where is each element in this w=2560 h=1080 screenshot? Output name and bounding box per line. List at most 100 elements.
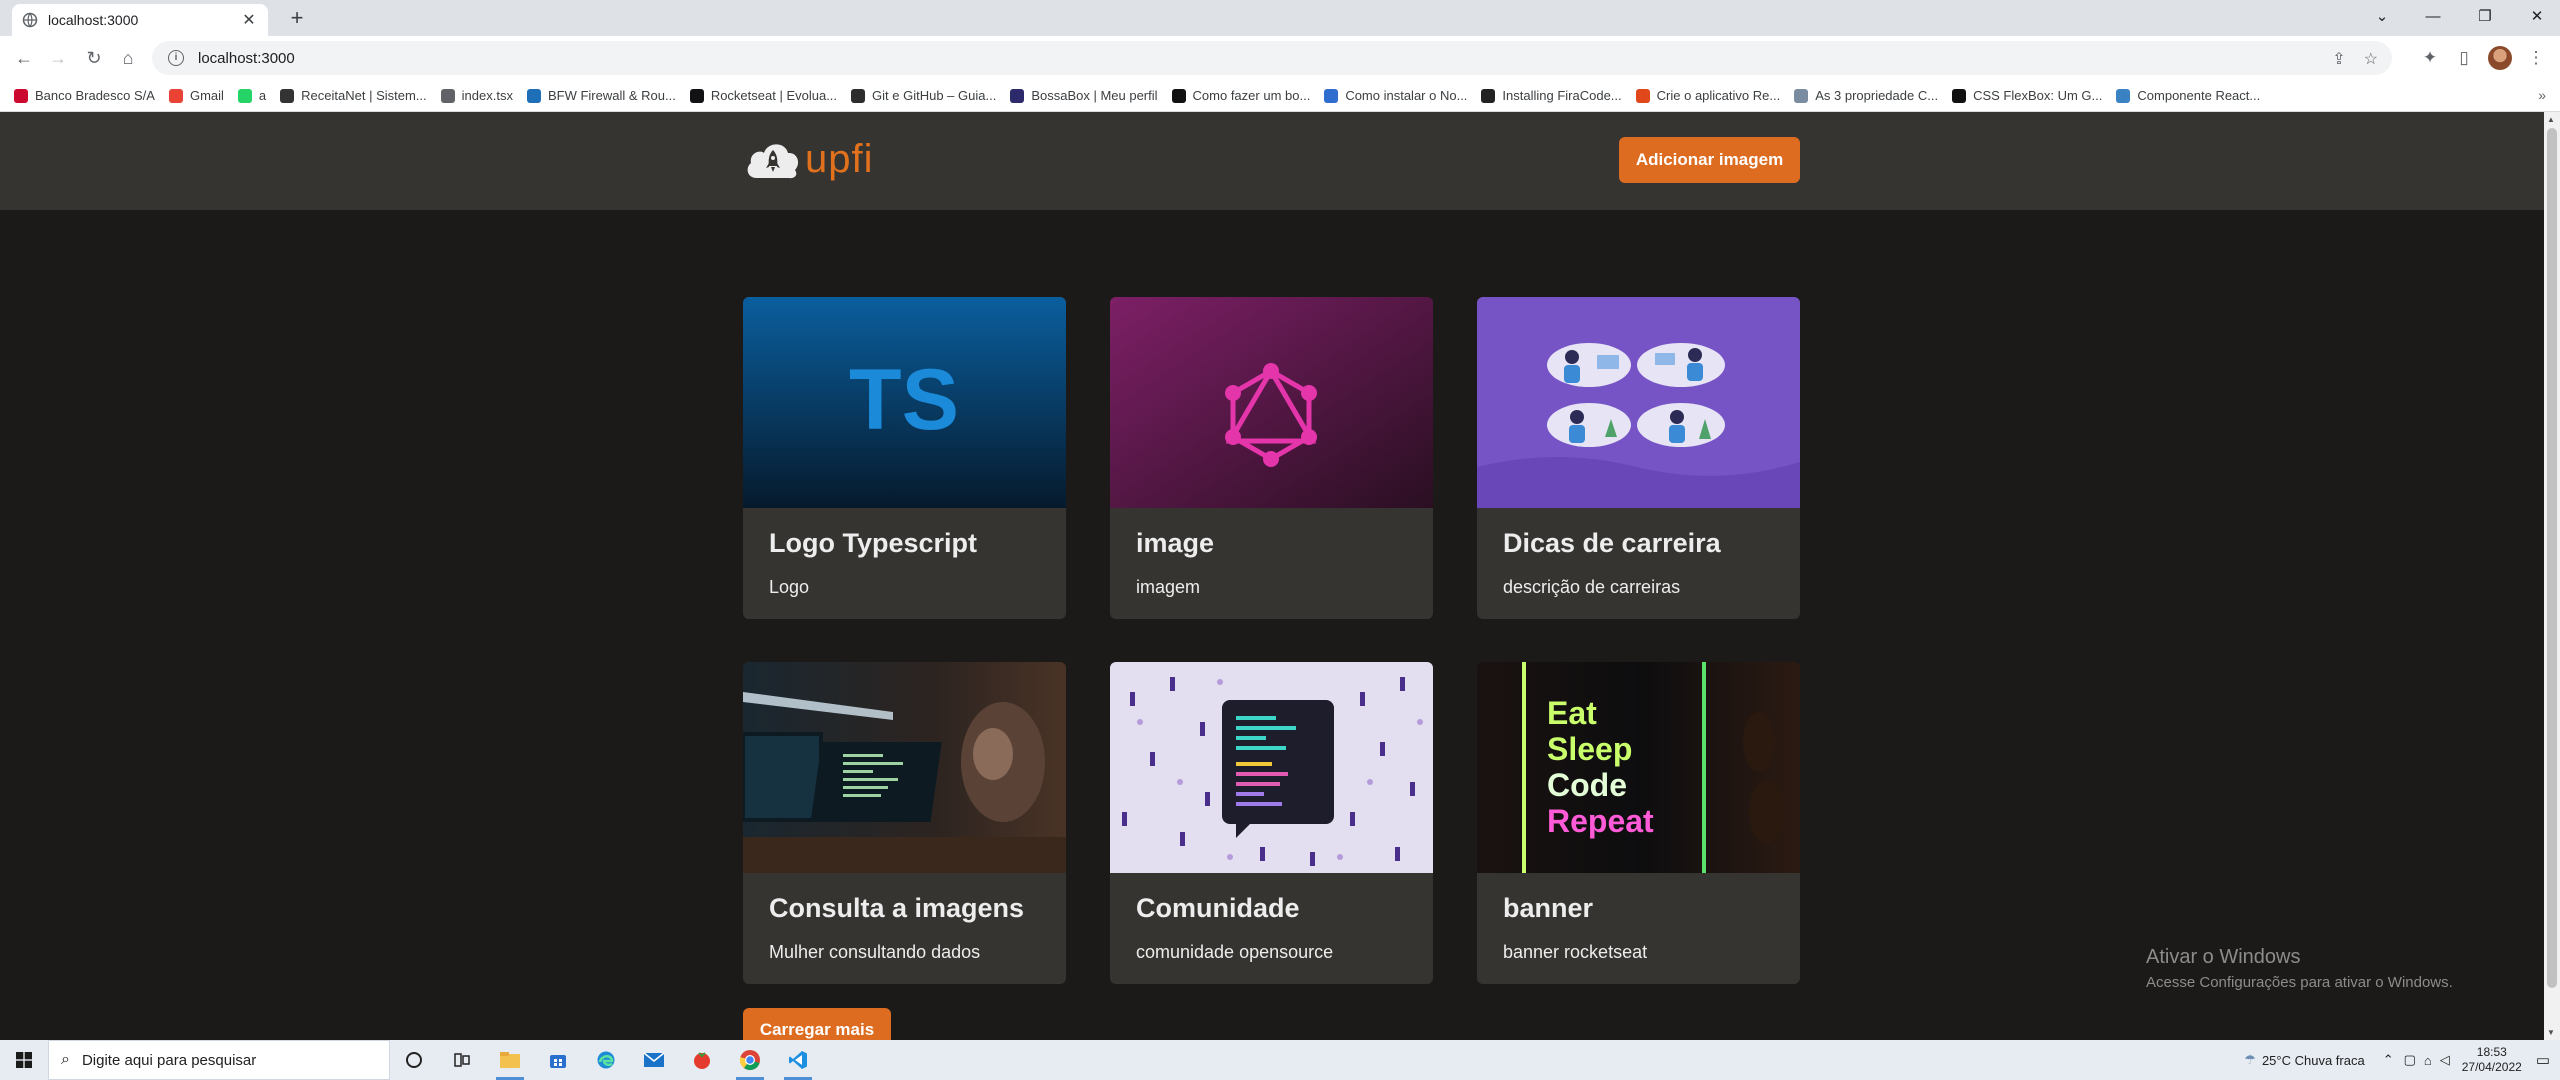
bookmark-label: Componente React... <box>2137 88 2261 103</box>
bookmarks-bar: Banco Bradesco S/A Gmail a ReceitaNet | Sis… <box>0 80 2560 112</box>
bookmark-label: As 3 propriedade C... <box>1815 88 1939 103</box>
side-panel-icon[interactable]: ▯ <box>2450 44 2478 72</box>
bookmark-favicon-icon <box>280 88 295 103</box>
bookmark-item[interactable]: a <box>237 88 266 103</box>
bookmark-favicon-icon <box>1794 88 1809 103</box>
bookmark-item[interactable]: CSS FlexBox: Um G... <box>1952 88 2102 103</box>
bookmark-label: ReceitaNet | Sistem... <box>301 88 427 103</box>
image-card[interactable]: Consulta a imagens Mulher consultando da… <box>743 662 1066 984</box>
scroll-down-icon[interactable]: ▼ <box>2547 1028 2555 1037</box>
cortana-icon[interactable] <box>390 1040 438 1080</box>
share-icon[interactable]: ⇪ <box>2332 49 2345 69</box>
bookmark-item[interactable]: Como instalar o No... <box>1324 88 1467 103</box>
volume-icon[interactable]: ◁ <box>2440 1052 2450 1068</box>
home-icon[interactable]: ⌂ <box>114 44 142 72</box>
bookmark-favicon-icon <box>237 88 252 103</box>
weather-icon[interactable]: ☂ <box>2244 1052 2256 1068</box>
back-icon[interactable]: ← <box>10 44 38 72</box>
minimize-icon[interactable]: — <box>2410 0 2456 32</box>
image-card[interactable]: TS Logo Typescript Logo <box>743 297 1066 619</box>
clock[interactable]: 18:53 27/04/2022 <box>2462 1045 2522 1075</box>
address-bar[interactable]: i localhost:3000 ⇪ ☆ <box>152 41 2392 75</box>
bookmark-item[interactable]: ReceitaNet | Sistem... <box>280 88 427 103</box>
add-image-button[interactable]: Adicionar imagem <box>1619 137 1800 183</box>
avatar <box>2488 46 2512 70</box>
forward-icon[interactable]: → <box>44 44 72 72</box>
bookmark-favicon-icon <box>1635 88 1650 103</box>
bookmark-item[interactable]: Componente React... <box>2116 88 2260 103</box>
scroll-up-icon[interactable]: ▲ <box>2547 115 2555 124</box>
bookmark-item[interactable]: Installing FiraCode... <box>1481 88 1622 103</box>
card-title: Consulta a imagens <box>769 893 1025 923</box>
close-tab-icon[interactable]: ✕ <box>240 10 258 30</box>
card-image-svg <box>1110 662 1433 873</box>
scrollbar-thumb[interactable] <box>2547 128 2557 988</box>
tab-search-icon[interactable]: ⌄ <box>2359 0 2405 32</box>
bookmark-item[interactable]: Rocketseat | Evolua... <box>689 88 837 103</box>
image-card[interactable]: Dicas de carreira descrição de carreiras <box>1477 297 1800 619</box>
meet-now-icon[interactable]: ▢ <box>2404 1052 2416 1068</box>
bookmark-item[interactable]: Gmail <box>168 88 224 103</box>
windows-start-icon[interactable] <box>0 1040 48 1080</box>
bookmark-item[interactable]: Crie o aplicativo Re... <box>1635 88 1780 103</box>
cloud-rocket-icon <box>747 144 799 179</box>
image-card[interactable]: Comunidade comunidade opensource <box>1110 662 1433 984</box>
browser-tab[interactable]: localhost:3000 ✕ <box>12 4 268 36</box>
weather-text[interactable]: 25°C Chuva fraca <box>2262 1053 2365 1068</box>
neon-line-4: Repeat <box>1547 803 1654 839</box>
network-icon[interactable]: ⌂ <box>2424 1053 2432 1068</box>
bookmark-item[interactable]: BossaBox | Meu perfil <box>1010 88 1158 103</box>
community-illustration-image[interactable] <box>1110 662 1433 873</box>
reload-icon[interactable]: ↻ <box>80 44 108 72</box>
bookmark-item[interactable]: index.tsx <box>440 88 513 103</box>
chrome-icon[interactable] <box>726 1040 774 1080</box>
file-explorer-icon[interactable] <box>486 1040 534 1080</box>
profile-avatar[interactable] <box>2486 44 2514 72</box>
edge-icon[interactable] <box>582 1040 630 1080</box>
image-card[interactable]: Eat Sleep Code Repeat banner banner rock… <box>1477 662 1800 984</box>
restore-icon[interactable]: ❐ <box>2462 0 2508 32</box>
card-image-svg: Eat Sleep Code Repeat <box>1477 662 1800 873</box>
bookmark-label: Installing FiraCode... <box>1502 88 1622 103</box>
bookmark-favicon-icon <box>851 88 866 103</box>
mail-icon[interactable] <box>630 1040 678 1080</box>
menu-icon[interactable]: ⋮ <box>2522 44 2550 72</box>
card-title: Comunidade <box>1136 893 1300 923</box>
task-view-icon[interactable] <box>438 1040 486 1080</box>
bookmark-label: BFW Firewall & Rou... <box>547 88 676 103</box>
bookmark-item[interactable]: As 3 propriedade C... <box>1794 88 1938 103</box>
bookmark-label: Como instalar o No... <box>1345 88 1468 103</box>
bookmark-label: Banco Bradesco S/A <box>35 88 155 103</box>
page-scrollbar[interactable]: ▲ ▼ <box>2544 112 2560 1040</box>
bookmark-item[interactable]: Banco Bradesco S/A <box>14 88 155 103</box>
taskbar-search-placeholder: Digite aqui para pesquisar <box>81 1051 257 1069</box>
load-more-button[interactable]: Carregar mais <box>743 1008 891 1040</box>
system-tray: ☂ 25°C Chuva fraca ⌃ ▢ ⌂ ◁ 18:53 27/04/2… <box>2244 1040 2560 1080</box>
graphql-logo-image[interactable] <box>1110 297 1433 508</box>
bookmark-item[interactable]: Git e GitHub – Guia... <box>851 88 996 103</box>
tab-title: localhost:3000 <box>48 12 139 28</box>
close-window-icon[interactable]: ✕ <box>2514 0 2560 32</box>
woman-at-computer-image[interactable] <box>743 662 1066 873</box>
store-icon[interactable] <box>534 1040 582 1080</box>
neon-line-2: Sleep <box>1547 731 1632 767</box>
bookmark-item[interactable]: Como fazer um bo... <box>1171 88 1310 103</box>
card-title: Dicas de carreira <box>1503 528 1721 558</box>
image-card[interactable]: image imagem <box>1110 297 1433 619</box>
vscode-icon[interactable] <box>774 1040 822 1080</box>
taskbar-search-box[interactable]: ⌕ Digite aqui para pesquisar <box>48 1040 390 1080</box>
bookmark-item[interactable]: BFW Firewall & Rou... <box>526 88 676 103</box>
ts-logo-text: TS <box>849 352 959 448</box>
extensions-icon[interactable]: ✦ <box>2416 44 2444 72</box>
chevron-up-icon[interactable]: ⌃ <box>2383 1052 2394 1068</box>
bookmark-star-icon[interactable]: ☆ <box>2364 49 2378 69</box>
site-info-icon[interactable]: i <box>168 50 184 66</box>
eat-sleep-code-image[interactable]: Eat Sleep Code Repeat <box>1477 662 1800 873</box>
typescript-logo-image[interactable]: TS <box>743 297 1066 508</box>
career-illustration-image[interactable] <box>1477 297 1800 508</box>
notifications-icon[interactable]: ▭ <box>2536 1051 2550 1069</box>
new-tab-icon[interactable]: + <box>285 5 309 31</box>
page-viewport: upfi Adicionar imagem TS Logo Typescript… <box>0 112 2544 1040</box>
more-bookmarks-icon[interactable]: » <box>2538 87 2546 103</box>
tomato-timer-icon[interactable] <box>678 1040 726 1080</box>
